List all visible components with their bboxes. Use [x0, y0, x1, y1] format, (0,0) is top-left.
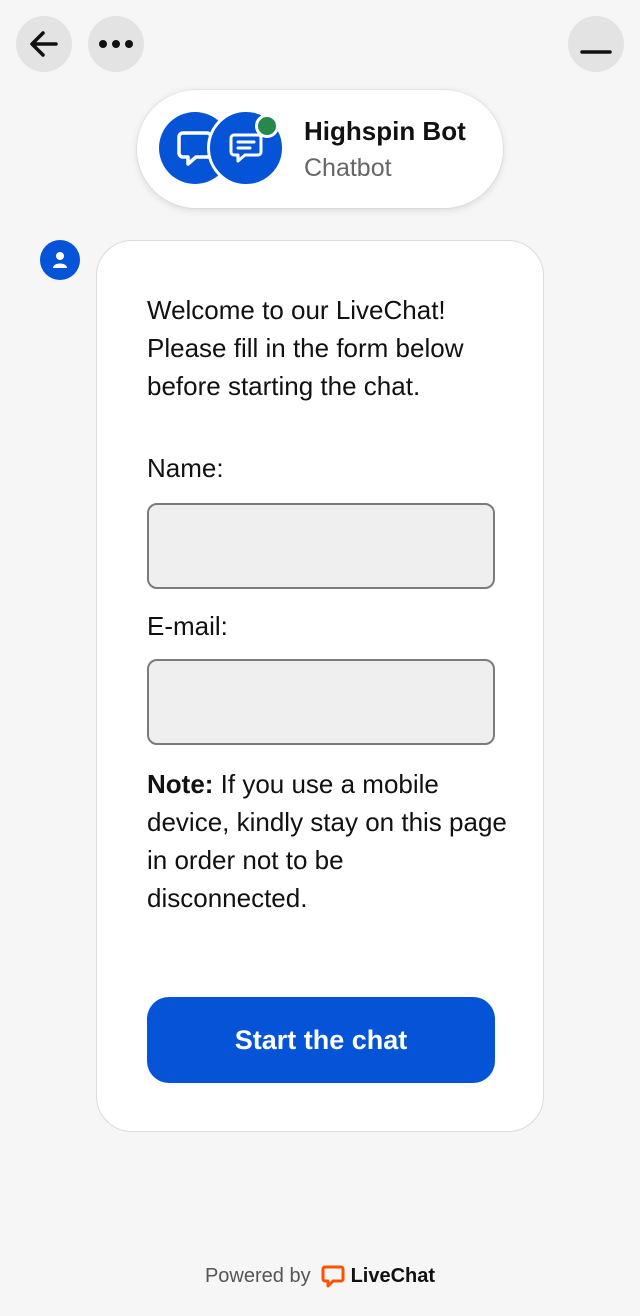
prechat-form-message: Welcome to our LiveChat! Please fill in … [96, 240, 544, 1132]
ellipsis-icon [99, 40, 133, 48]
agent-header: Highspin Bot Chatbot [137, 90, 503, 208]
bot-name: Highspin Bot [304, 116, 466, 146]
name-field[interactable] [147, 503, 495, 589]
livechat-brand-link[interactable]: LiveChat [321, 1264, 435, 1288]
livechat-brand-name: LiveChat [350, 1264, 436, 1287]
email-field[interactable] [147, 659, 495, 745]
livechat-logo-icon [321, 1265, 345, 1288]
name-label: Name: [147, 453, 224, 483]
minimize-button[interactable] [568, 16, 624, 72]
email-label: E-mail: [147, 611, 228, 641]
more-options-button[interactable] [88, 16, 144, 72]
online-status-dot [255, 114, 279, 138]
bot-role: Chatbot [304, 154, 392, 182]
avatar-group [159, 109, 285, 187]
user-icon [53, 252, 67, 268]
back-button[interactable] [16, 16, 72, 72]
minimize-icon [580, 50, 612, 54]
powered-by-text: Powered by [204, 1264, 311, 1287]
powered-by-footer: Powered by LiveChat [0, 1264, 640, 1288]
start-chat-button[interactable]: Start the chat [147, 997, 495, 1083]
message-author-avatar [40, 240, 80, 280]
note-label: Note: [147, 769, 214, 799]
arrow-left-icon [30, 31, 58, 57]
mobile-note: Note: If you use a mobile device, kindly… [147, 765, 507, 917]
chat-widget: Highspin Bot Chatbot Welcome to our Live… [0, 0, 640, 1316]
welcome-text: Welcome to our LiveChat! Please fill in … [147, 295, 464, 401]
